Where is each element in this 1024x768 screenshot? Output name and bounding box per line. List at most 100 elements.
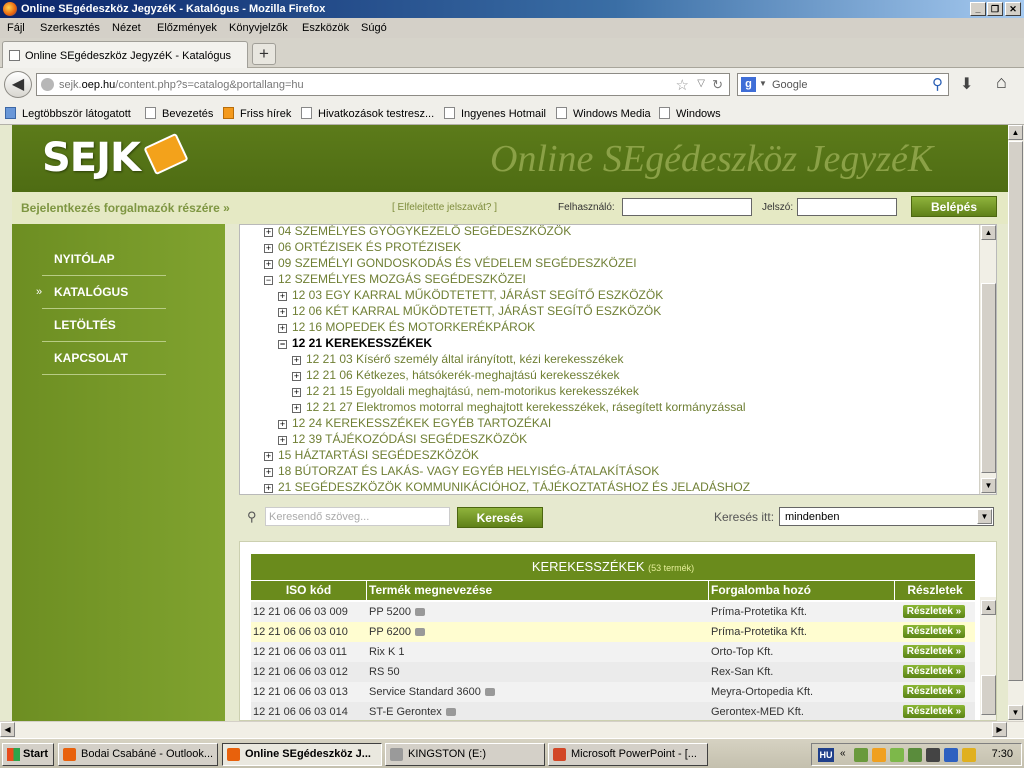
- tree-node-label[interactable]: 12 21 27 Elektromos motorral meghajtott …: [306, 400, 746, 414]
- tray-app-icon[interactable]: [926, 748, 940, 762]
- menu-edit[interactable]: Szerkesztés: [40, 22, 100, 34]
- tree-node[interactable]: +15 HÁZTARTÁSI SEGÉDESZKÖZÖK: [264, 448, 479, 462]
- tree-node[interactable]: +09 SZEMÉLYI GONDOSKODÁS ÉS VÉDELEM SEGÉ…: [264, 256, 637, 270]
- tree-node[interactable]: +12 16 MOPEDEK ÉS MOTORKERÉKPÁROK: [278, 320, 535, 334]
- scroll-up-icon[interactable]: ▲: [981, 600, 996, 615]
- bookmark-item[interactable]: Ingyenes Hotmail: [444, 107, 546, 120]
- nav-item-catalog[interactable]: KATALÓGUS: [54, 285, 128, 299]
- search-button[interactable]: Keresés: [457, 507, 543, 528]
- product-name-cell[interactable]: ST-E Gerontex: [369, 702, 456, 720]
- camera-icon[interactable]: [415, 608, 426, 616]
- tree-node-label[interactable]: 18 BÚTORZAT ÉS LAKÁS- VAGY EGYÉB HELYISÉ…: [278, 464, 659, 478]
- page-vertical-scrollbar[interactable]: ▲ ▼: [1008, 125, 1024, 721]
- tree-node[interactable]: +12 24 KEREKESSZÉKEK EGYÉB TARTOZÉKAI: [278, 416, 551, 430]
- tree-node-label[interactable]: 04 SZEMÉLYES GYÓGYKEZELŐ SEGÉDESZKÖZÖK: [278, 225, 571, 238]
- camera-icon[interactable]: [445, 708, 456, 716]
- bookmark-item[interactable]: Hivatkozások testresz...: [301, 107, 434, 120]
- tree-node-label[interactable]: 12 21 03 Kísérő személy által irányított…: [306, 352, 623, 366]
- bookmark-item[interactable]: Windows: [659, 107, 721, 120]
- menu-help[interactable]: Súgó: [361, 22, 387, 34]
- camera-icon[interactable]: [415, 628, 426, 636]
- menu-history[interactable]: Előzmények: [157, 22, 217, 34]
- expand-icon[interactable]: +: [278, 308, 287, 317]
- tree-node-label[interactable]: 12 39 TÁJÉKOZÓDÁSI SEGÉDESZKÖZÖK: [292, 432, 527, 446]
- camera-icon[interactable]: [484, 688, 495, 696]
- forgot-password-link[interactable]: [ Elfelejtette jelszavát? ]: [392, 202, 497, 213]
- expand-tray-icon[interactable]: «: [840, 748, 846, 759]
- tree-node-label[interactable]: 09 SZEMÉLYI GONDOSKODÁS ÉS VÉDELEM SEGÉD…: [278, 256, 637, 270]
- column-header-vendor[interactable]: Forgalomba hozó: [708, 581, 894, 600]
- bookmark-item[interactable]: Bevezetés: [145, 107, 213, 120]
- tree-node[interactable]: −12 21 KEREKESSZÉKEK: [278, 336, 432, 350]
- download-icon[interactable]: ⬇: [960, 74, 973, 94]
- language-indicator[interactable]: HU: [818, 748, 834, 762]
- product-name-cell[interactable]: PP 6200: [369, 622, 426, 642]
- chevron-down-icon[interactable]: ▼: [759, 79, 767, 88]
- tree-node[interactable]: +12 03 EGY KARRAL MŰKÖDTETETT, JÁRÁST SE…: [278, 288, 663, 302]
- tree-node-label[interactable]: 06 ORTÉZISEK ÉS PROTÉZISEK: [278, 240, 461, 254]
- url-bar[interactable]: sejk.oep.hu/content.php?s=catalog&portal…: [36, 73, 730, 96]
- bookmark-item[interactable]: Legtöbbször látogatott: [5, 107, 131, 120]
- scroll-right-icon[interactable]: ▶: [992, 722, 1007, 737]
- product-name-cell[interactable]: PP 5200: [369, 602, 426, 622]
- tree-node-label[interactable]: 12 06 KÉT KARRAL MŰKÖDTETETT, JÁRÁST SEG…: [292, 304, 661, 318]
- tree-node-label[interactable]: 12 03 EGY KARRAL MŰKÖDTETETT, JÁRÁST SEG…: [292, 288, 663, 302]
- back-button[interactable]: ◀: [4, 71, 32, 98]
- login-button[interactable]: Belépés: [911, 196, 997, 217]
- vendor-login-link[interactable]: Bejelentkezés forgalmazók részére »: [21, 201, 230, 215]
- minimize-button[interactable]: _: [970, 2, 986, 16]
- scroll-down-icon[interactable]: ▼: [1008, 705, 1023, 720]
- expand-icon[interactable]: +: [278, 292, 287, 301]
- bookmark-star-icon[interactable]: ☆: [676, 76, 689, 94]
- home-icon[interactable]: ⌂: [996, 72, 1007, 93]
- expand-icon[interactable]: +: [292, 404, 301, 413]
- site-logo[interactable]: SEJK: [42, 135, 141, 181]
- taskbar-button[interactable]: Online SEgédeszköz J...: [222, 743, 382, 766]
- menu-view[interactable]: Nézet: [112, 22, 141, 34]
- menu-file[interactable]: Fájl: [7, 22, 25, 34]
- nav-item-download[interactable]: LETÖLTÉS: [54, 318, 116, 332]
- tree-node[interactable]: +04 SZEMÉLYES GYÓGYKEZELŐ SEGÉDESZKÖZÖK: [264, 225, 571, 238]
- tree-node-label[interactable]: 21 SEGÉDESZKÖZÖK KOMMUNIKÁCIÓHOZ, TÁJÉKO…: [278, 480, 750, 494]
- nav-item-contact[interactable]: KAPCSOLAT: [54, 351, 128, 365]
- collapse-icon[interactable]: −: [264, 276, 273, 285]
- chevron-down-icon[interactable]: ▽: [697, 78, 705, 89]
- details-button[interactable]: Részletek »: [903, 685, 965, 698]
- tree-node[interactable]: +18 BÚTORZAT ÉS LAKÁS- VAGY EGYÉB HELYIS…: [264, 464, 659, 478]
- tree-node[interactable]: +06 ORTÉZISEK ÉS PROTÉZISEK: [264, 240, 461, 254]
- menu-bookmarks[interactable]: Könyvjelzők: [229, 22, 288, 34]
- google-icon[interactable]: g: [741, 77, 756, 92]
- product-name-cell[interactable]: Service Standard 3600: [369, 682, 495, 702]
- scroll-thumb[interactable]: [981, 675, 996, 715]
- new-tab-button[interactable]: +: [252, 43, 276, 65]
- tray-app-icon[interactable]: [890, 748, 904, 762]
- search-input[interactable]: Keresendő szöveg...: [265, 507, 450, 526]
- results-scrollbar[interactable]: ▲: [980, 597, 996, 720]
- tree-node[interactable]: +12 21 03 Kísérő személy által irányítot…: [292, 352, 623, 366]
- tree-node[interactable]: +12 21 15 Egyoldali meghajtású, nem-moto…: [292, 384, 639, 398]
- column-header-iso[interactable]: ISO kód: [251, 581, 366, 600]
- details-button[interactable]: Részletek »: [903, 645, 965, 658]
- column-header-name[interactable]: Termék megnevezése: [366, 581, 708, 600]
- bookmark-item[interactable]: Friss hírek: [223, 107, 291, 120]
- tree-node[interactable]: +12 39 TÁJÉKOZÓDÁSI SEGÉDESZKÖZÖK: [278, 432, 527, 446]
- scroll-thumb[interactable]: [981, 283, 996, 473]
- expand-icon[interactable]: +: [292, 356, 301, 365]
- tray-app-icon[interactable]: [872, 748, 886, 762]
- scroll-thumb[interactable]: [1008, 141, 1023, 681]
- tree-node-label[interactable]: 12 21 06 Kétkezes, hátsókerék-meghajtású…: [306, 368, 620, 382]
- details-button[interactable]: Részletek »: [903, 605, 965, 618]
- taskbar-button[interactable]: KINGSTON (E:): [385, 743, 545, 766]
- username-field[interactable]: [622, 198, 752, 216]
- tree-node-label[interactable]: 12 21 15 Egyoldali meghajtású, nem-motor…: [306, 384, 639, 398]
- tree-node[interactable]: +12 21 06 Kétkezes, hátsókerék-meghajtás…: [292, 368, 620, 382]
- expand-icon[interactable]: +: [264, 260, 273, 269]
- expand-icon[interactable]: +: [264, 228, 273, 237]
- web-search-box[interactable]: g ▼ Google ⚲: [737, 73, 949, 96]
- password-field[interactable]: [797, 198, 897, 216]
- tree-node-label[interactable]: 15 HÁZTARTÁSI SEGÉDESZKÖZÖK: [278, 448, 479, 462]
- expand-icon[interactable]: +: [264, 484, 273, 493]
- search-icon[interactable]: ⚲: [932, 75, 943, 93]
- tree-node[interactable]: −12 SZEMÉLYES MOZGÁS SEGÉDESZKÖZEI: [264, 272, 526, 286]
- tree-node[interactable]: +12 06 KÉT KARRAL MŰKÖDTETETT, JÁRÁST SE…: [278, 304, 661, 318]
